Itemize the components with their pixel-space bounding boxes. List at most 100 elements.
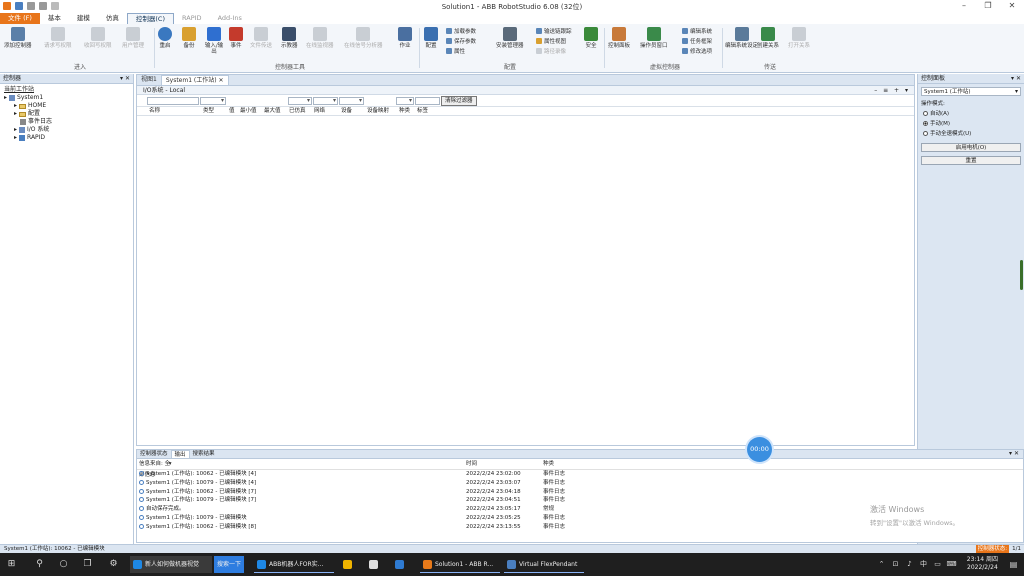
- jobs-button[interactable]: 作业: [398, 27, 412, 49]
- edit-system-button[interactable]: 编辑系统: [682, 27, 712, 35]
- create-relation-button[interactable]: 创建关系: [757, 27, 779, 49]
- taskbar-app-explorer[interactable]: [340, 556, 355, 573]
- enable-motors-button[interactable]: 启用电机(O): [921, 143, 1021, 152]
- col-category[interactable]: 种类: [543, 459, 554, 470]
- app-logo-icon[interactable]: [3, 2, 11, 10]
- panel-close-icon[interactable]: ▾ ✕: [1009, 450, 1019, 457]
- search-icon[interactable]: ⚲: [34, 559, 45, 570]
- tab-search-results[interactable]: 搜索结果: [190, 450, 218, 458]
- user-manager-button[interactable]: 用户管理: [122, 27, 144, 49]
- col-network[interactable]: 网络: [314, 107, 325, 116]
- keyboard-icon[interactable]: ⌨: [946, 559, 957, 570]
- tree-item-home[interactable]: ▸ HOME: [4, 102, 129, 110]
- path-recorder-button[interactable]: 路径录像: [536, 47, 566, 55]
- mode-manual-full-radio[interactable]: 手动全速模式(U): [921, 129, 1021, 137]
- minimize-button[interactable]: –: [952, 0, 976, 12]
- clear-filter-button[interactable]: 清除过滤器: [441, 96, 477, 106]
- notification-icon[interactable]: ▤: [1008, 559, 1019, 570]
- taskbar-app-robotstudio[interactable]: Solution1 - ABB R...: [420, 556, 500, 573]
- tree-item-station[interactable]: 当前工作站: [4, 86, 129, 94]
- tab-view1[interactable]: 视图1: [137, 75, 161, 85]
- file-transfer-button[interactable]: 文件传送: [250, 27, 272, 49]
- filter-input-1[interactable]: [147, 97, 199, 105]
- cortana-icon[interactable]: ○: [58, 559, 69, 570]
- taskbar-search-button[interactable]: 搜索一下: [214, 556, 245, 573]
- tab-addins[interactable]: Add-Ins: [210, 13, 250, 24]
- customize-icon[interactable]: [51, 2, 59, 10]
- taskbar-clock[interactable]: 23:14 周四 2022/2/24: [967, 556, 998, 572]
- system-select[interactable]: System1 (工作站): [921, 87, 1021, 96]
- panel-close-icon[interactable]: ▾ ✕: [120, 74, 130, 84]
- redo-icon[interactable]: [39, 2, 47, 10]
- tree-item-eventlog[interactable]: 事件日志: [4, 118, 129, 126]
- operator-window-button[interactable]: 操作员窗口: [640, 27, 668, 49]
- reset-button[interactable]: 重置: [921, 156, 1021, 165]
- online-signal-analyzer-button[interactable]: 在线信号分析器: [344, 27, 383, 49]
- battery-icon[interactable]: ▭: [932, 559, 943, 570]
- edit-system-settings-button[interactable]: 编辑系统设定: [725, 27, 758, 49]
- col-min[interactable]: 最小值: [240, 107, 257, 116]
- col-name[interactable]: 名称: [149, 107, 160, 116]
- view-controls[interactable]: – ≡ + ▾: [874, 86, 910, 95]
- save-icon[interactable]: [15, 2, 23, 10]
- filter-dropdown-4[interactable]: [339, 97, 364, 105]
- filter-dropdown-3[interactable]: [313, 97, 338, 105]
- backup-button[interactable]: 备份: [182, 27, 196, 49]
- tree-item-config[interactable]: ▸ 配置: [4, 110, 129, 118]
- col-device-map[interactable]: 设备映射: [367, 107, 389, 116]
- tab-modeling[interactable]: 建模: [69, 13, 98, 24]
- restart-button[interactable]: 重启: [158, 27, 172, 49]
- modify-options-button[interactable]: 修改选项: [682, 47, 712, 55]
- col-value[interactable]: 值: [229, 107, 235, 116]
- col-type[interactable]: 类型: [203, 107, 214, 116]
- scrollbar-thumb[interactable]: [1020, 260, 1023, 290]
- conveyor-tracking-button[interactable]: 输送链跟踪: [536, 27, 572, 35]
- filter-dropdown-2[interactable]: [288, 97, 312, 105]
- col-time[interactable]: 时间: [466, 459, 477, 470]
- safety-button[interactable]: 安全: [584, 27, 598, 49]
- col-label[interactable]: 标签: [417, 107, 428, 116]
- filter-dropdown-5[interactable]: [396, 97, 414, 105]
- open-relation-button[interactable]: 打开关系: [788, 27, 810, 49]
- filter-input-2[interactable]: [415, 97, 440, 105]
- control-panel-button[interactable]: 控制面板: [608, 27, 630, 49]
- maximize-button[interactable]: ❐: [976, 0, 1000, 12]
- revoke-write-button[interactable]: 收回写权限: [84, 27, 112, 49]
- tab-system1[interactable]: System1 (工作站) ✕: [160, 75, 229, 85]
- source-filter-dropdown[interactable]: 信息来自: 全部信息 ▾: [139, 459, 171, 478]
- save-params-button[interactable]: 保存参数: [446, 37, 476, 45]
- network-icon[interactable]: ⊡: [890, 559, 901, 570]
- load-params-button[interactable]: 加载参数: [446, 27, 476, 35]
- add-controller-button[interactable]: 添加控制器: [4, 27, 32, 49]
- ime-icon[interactable]: 中: [918, 559, 929, 570]
- tab-controller[interactable]: 控制器(C): [126, 13, 175, 24]
- request-write-button[interactable]: 请求写权限: [44, 27, 72, 49]
- tray-icons[interactable]: ⌃: [876, 559, 887, 570]
- property-view-button[interactable]: 属性视图: [536, 37, 566, 45]
- task-view-icon[interactable]: ❐: [82, 559, 93, 570]
- taskbar-app-flexpendant[interactable]: Virtual FlexPendant: [504, 556, 584, 573]
- log-row[interactable]: System1 (工作站): 10062 - 已编辑模块 [7] 2022/2/2…: [137, 488, 1023, 497]
- configuration-button[interactable]: 配置: [424, 27, 438, 49]
- log-row[interactable]: System1 (工作站): 10079 - 已编辑模块 [4] 2022/2/2…: [137, 479, 1023, 488]
- tab-simulation[interactable]: 仿真: [98, 13, 127, 24]
- mode-manual-radio[interactable]: 手动(M): [921, 119, 1021, 127]
- close-button[interactable]: ✕: [1000, 0, 1024, 12]
- tab-home[interactable]: 基本: [40, 13, 69, 24]
- taskbar-app-browser[interactable]: 新人如何做机器视觉: [130, 556, 212, 573]
- col-device[interactable]: 设备: [341, 107, 352, 116]
- volume-icon[interactable]: ♪: [904, 559, 915, 570]
- properties-button[interactable]: 属性: [446, 47, 465, 55]
- tab-output[interactable]: 输出: [170, 450, 190, 458]
- filter-dropdown-1[interactable]: [200, 97, 226, 105]
- tab-file[interactable]: 文件 (F): [0, 13, 40, 24]
- taskbar-app-browser-2[interactable]: ABB机器人FOR实...: [254, 556, 334, 573]
- windows-start-icon[interactable]: ⊞: [6, 559, 17, 570]
- taskbar-app-store[interactable]: [366, 556, 381, 573]
- tree-item-system[interactable]: ▸ System1: [4, 94, 129, 102]
- tab-rapid[interactable]: RAPID: [174, 13, 210, 24]
- col-max[interactable]: 最大值: [264, 107, 281, 116]
- recording-timer[interactable]: 00:00: [747, 437, 772, 462]
- panel-close-icon[interactable]: ▾ ✕: [1011, 74, 1021, 84]
- task-frames-button[interactable]: 任务框架: [682, 37, 712, 45]
